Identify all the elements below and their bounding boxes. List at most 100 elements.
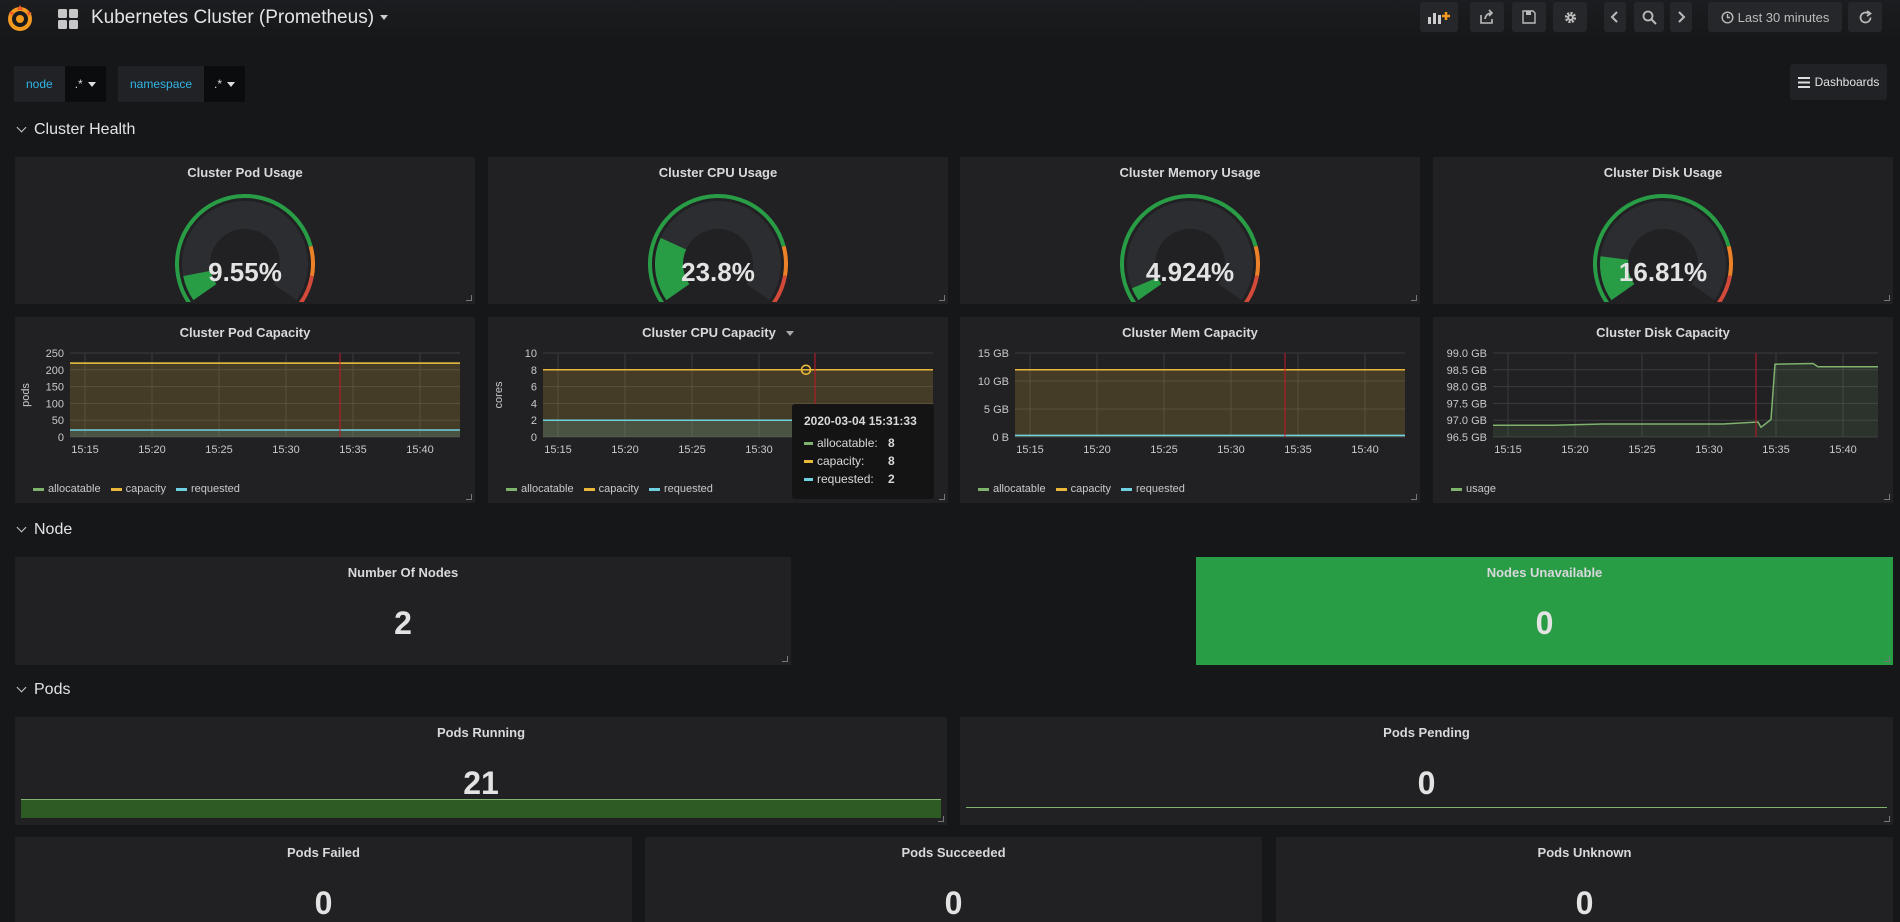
- time-back-button[interactable]: [1604, 2, 1626, 32]
- graph-cluster-pod-capacity[interactable]: 250 200 150 100 50 0 15:15 15:20 15:25 15:30 15:35…: [15, 343, 475, 483]
- zoom-out-button[interactable]: [1634, 2, 1664, 32]
- legend-item-capacity[interactable]: capacity: [110, 483, 166, 495]
- legend-item-requested[interactable]: requested: [1120, 483, 1185, 495]
- stat-value: 0: [1575, 885, 1594, 921]
- resize-handle[interactable]: [938, 816, 944, 822]
- panel-cluster-memory-usage[interactable]: Cluster Memory Usage 4.924%: [960, 157, 1420, 304]
- stat-value: 0: [1417, 765, 1436, 801]
- panel-cluster-mem-capacity[interactable]: Cluster Mem Capacity 15 GB 10 GB 5 GB 0 B 15…: [960, 317, 1420, 503]
- resize-handle[interactable]: [466, 295, 472, 301]
- legend-swatch: [1451, 487, 1462, 491]
- settings-button[interactable]: [1553, 2, 1587, 32]
- panel-cluster-pod-capacity[interactable]: Cluster Pod Capacity 250 200 150 100 50 0 15:1…: [15, 317, 475, 503]
- resize-handle[interactable]: [1411, 295, 1417, 301]
- gear-icon: [1564, 11, 1576, 23]
- graph-cluster-disk-capacity[interactable]: 99.0 GB 98.5 GB 98.0 GB 97.5 GB 97.0 GB 96.5 …: [1433, 343, 1893, 483]
- y-tick-label: 150: [46, 382, 64, 394]
- gauge-value: 4.924%: [1145, 257, 1235, 287]
- dashboards-button[interactable]: Dashboards: [1790, 64, 1887, 100]
- y-tick-label: 97.0 GB: [1447, 415, 1487, 427]
- gauge-value: 23.8%: [681, 257, 755, 287]
- dashboard-title[interactable]: Kubernetes Cluster (Prometheus): [91, 7, 389, 29]
- resize-handle[interactable]: [1884, 816, 1890, 822]
- tooltip-series-value: 8: [888, 454, 895, 468]
- graph-legend: allocatable capacity requested: [33, 483, 240, 495]
- panel-pods-running[interactable]: Pods Running 21: [15, 717, 947, 825]
- resize-handle[interactable]: [939, 494, 945, 500]
- sparkline-line: [966, 807, 1887, 808]
- row-cluster-health-title: Cluster Health: [34, 121, 136, 138]
- legend-label: capacity: [1070, 483, 1111, 495]
- panel-pods-failed[interactable]: Pods Failed 0: [15, 837, 632, 922]
- stat-value: 2: [394, 605, 412, 641]
- panel-title: Pods Succeeded: [901, 845, 1006, 860]
- y-tick-label: 10: [525, 348, 537, 360]
- chevron-down-icon: [380, 15, 389, 21]
- time-range-picker[interactable]: Last 30 minutes: [1708, 2, 1842, 32]
- resize-handle[interactable]: [1411, 494, 1417, 500]
- panel-cluster-pod-usage[interactable]: Cluster Pod Usage 9.55%: [15, 157, 475, 304]
- legend-swatch: [506, 487, 517, 491]
- y-tick-label: 99.0 GB: [1447, 348, 1487, 360]
- panel-title-group[interactable]: Cluster CPU Capacity: [488, 325, 948, 340]
- time-forward-button[interactable]: [1670, 2, 1692, 32]
- legend-label: allocatable: [521, 483, 574, 495]
- chevron-down-icon: [16, 522, 27, 533]
- x-tick-label: 15:25: [678, 444, 706, 456]
- dashboards-grid-icon[interactable]: [57, 8, 79, 30]
- legend-item-requested[interactable]: requested: [648, 483, 713, 495]
- row-node[interactable]: Node: [16, 521, 72, 539]
- y-tick-label: 97.5 GB: [1447, 398, 1487, 410]
- variable-namespace-select[interactable]: .*: [204, 66, 246, 102]
- save-button[interactable]: [1512, 2, 1546, 32]
- y-axis-label: pods: [20, 383, 32, 407]
- y-tick-label: 0: [58, 432, 64, 444]
- panel-pods-succeeded[interactable]: Pods Succeeded 0: [645, 837, 1262, 922]
- y-tick-label: 100: [46, 398, 64, 410]
- legend-item-allocatable[interactable]: allocatable: [506, 483, 574, 495]
- legend-item-capacity[interactable]: capacity: [1055, 483, 1111, 495]
- x-tick-label: 15:30: [745, 444, 773, 456]
- grafana-logo-icon[interactable]: [6, 4, 34, 32]
- panel-pods-unknown[interactable]: Pods Unknown 0: [1276, 837, 1893, 922]
- legend-item-requested[interactable]: requested: [175, 483, 240, 495]
- resize-handle[interactable]: [1884, 494, 1890, 500]
- tooltip-swatch: [804, 478, 813, 482]
- row-pods[interactable]: Pods: [16, 681, 70, 699]
- legend-item-allocatable[interactable]: allocatable: [33, 483, 101, 495]
- gauge-value: 16.81%: [1618, 257, 1708, 287]
- panel-title: Nodes Unavailable: [1486, 565, 1603, 580]
- share-button[interactable]: [1470, 2, 1504, 32]
- panel-cluster-disk-usage[interactable]: Cluster Disk Usage 16.81%: [1433, 157, 1893, 304]
- resize-handle[interactable]: [1884, 295, 1890, 301]
- legend-item-allocatable[interactable]: allocatable: [978, 483, 1046, 495]
- panel-cluster-cpu-usage[interactable]: Cluster CPU Usage 23.8%: [488, 157, 948, 304]
- panel-pods-pending[interactable]: Pods Pending 0: [960, 717, 1893, 825]
- x-tick-label: 15:30: [1695, 444, 1723, 456]
- legend-item-usage[interactable]: usage: [1451, 483, 1496, 495]
- chevron-down-icon: [87, 81, 96, 87]
- refresh-button[interactable]: [1848, 2, 1882, 32]
- share-icon: [1480, 9, 1494, 24]
- stat-value: 0: [1535, 605, 1554, 641]
- legend-item-capacity[interactable]: capacity: [583, 483, 639, 495]
- panel-title: Cluster Disk Usage: [1603, 165, 1723, 180]
- legend-label: requested: [1135, 483, 1185, 495]
- x-tick-label: 15:20: [1561, 444, 1589, 456]
- y-tick-label: 10 GB: [978, 376, 1009, 388]
- graph-cluster-mem-capacity[interactable]: 15 GB 10 GB 5 GB 0 B 15:15 15:20 15:25 15:30 15:…: [960, 343, 1420, 483]
- resize-handle[interactable]: [939, 295, 945, 301]
- resize-handle[interactable]: [466, 494, 472, 500]
- resize-handle[interactable]: [782, 656, 788, 662]
- row-cluster-health[interactable]: Cluster Health: [16, 121, 136, 139]
- resize-handle[interactable]: [1884, 656, 1890, 662]
- panel-cluster-disk-capacity[interactable]: Cluster Disk Capacity 99.0 GB 98.5 GB 98.0…: [1433, 317, 1893, 503]
- variable-node-select[interactable]: .*: [64, 66, 106, 102]
- panel-nodes-unavailable[interactable]: Nodes Unavailable 0: [1196, 557, 1893, 665]
- legend-label: usage: [1466, 483, 1496, 495]
- add-panel-button[interactable]: [1420, 2, 1458, 32]
- gauge-value: 9.55%: [208, 257, 282, 287]
- y-tick-label: 98.0 GB: [1447, 382, 1487, 394]
- stat-value: 0: [314, 885, 333, 921]
- panel-number-of-nodes[interactable]: Number Of Nodes 2: [15, 557, 791, 665]
